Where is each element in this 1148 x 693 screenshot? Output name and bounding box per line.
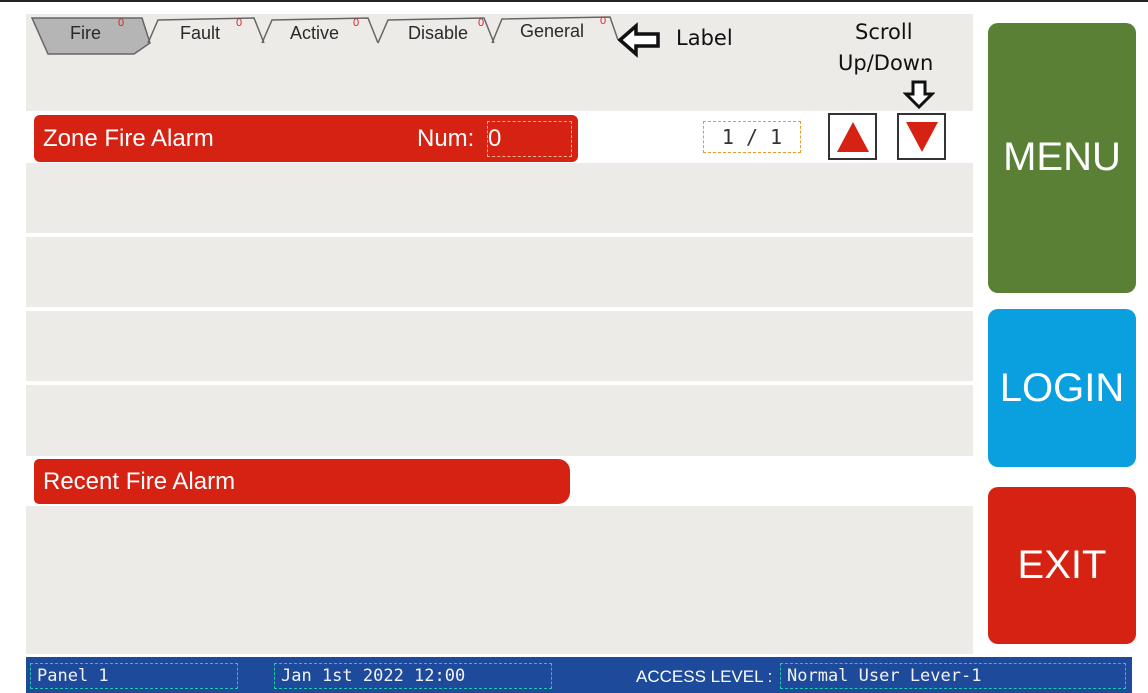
tab-fire-label: Fire — [70, 23, 101, 43]
num-label: Num: — [417, 125, 475, 152]
scroll-up-button[interactable] — [828, 113, 877, 160]
scroll-up-icon — [837, 122, 869, 152]
tab-general[interactable]: General 0 — [490, 15, 620, 55]
zone-fire-alarm-header: Zone Fire Alarm Num: 0 — [34, 115, 578, 162]
row-divider — [26, 381, 973, 385]
row-divider — [26, 233, 973, 237]
tab-general-count: 0 — [600, 15, 607, 27]
tab-fire[interactable]: Fire 0 — [30, 15, 152, 55]
screen-frame: Fire 0 Fault 0 Active 0 Disable 0 Genera… — [0, 0, 1148, 693]
login-button[interactable]: LOGIN — [988, 309, 1136, 467]
tab-active[interactable]: Active 0 — [260, 15, 380, 55]
tab-active-count: 0 — [353, 17, 360, 29]
tab-fire-count: 0 — [118, 17, 125, 29]
menu-button[interactable]: MENU — [988, 23, 1136, 293]
page-indicator: 1 / 1 — [703, 121, 801, 153]
panel-field: Panel 1 — [30, 663, 238, 689]
status-bar: Panel 1 Jan 1st 2022 12:00 ACCESS LEVEL … — [26, 657, 1132, 693]
access-level-label: ACCESS LEVEL : — [636, 667, 773, 686]
scroll-annotation-line2: Up/Down — [838, 51, 934, 75]
tab-fault-count: 0 — [236, 17, 243, 29]
login-button-label: LOGIN — [999, 366, 1125, 410]
arrow-left-icon — [617, 22, 662, 63]
scroll-annotation-line1: Scroll — [855, 20, 913, 44]
recent-fire-alarm-header: Recent Fire Alarm — [34, 459, 570, 504]
tab-fault[interactable]: Fault 0 — [146, 15, 266, 55]
label-annotation: Label — [676, 26, 733, 50]
tab-fault-label: Fault — [180, 23, 221, 43]
exit-button[interactable]: EXIT — [988, 487, 1136, 644]
tab-disable-count: 0 — [478, 17, 485, 29]
num-value-field: 0 — [487, 121, 572, 157]
tab-bar: Fire 0 Fault 0 Active 0 Disable 0 Genera… — [30, 15, 630, 55]
tab-general-label: General — [520, 21, 585, 41]
scroll-down-icon — [906, 122, 938, 152]
datetime-field: Jan 1st 2022 12:00 — [274, 663, 552, 689]
top-border — [0, 0, 1148, 2]
zone-fire-alarm-title: Zone Fire Alarm — [43, 125, 214, 152]
exit-button-label: EXIT — [1017, 543, 1107, 587]
row-divider — [26, 307, 973, 311]
access-level-value: Normal User Lever-1 — [780, 663, 1126, 689]
tab-disable-label: Disable — [408, 23, 469, 43]
main-panel — [26, 14, 973, 654]
menu-button-label: MENU — [1003, 135, 1121, 179]
recent-fire-alarm-title: Recent Fire Alarm — [43, 468, 236, 495]
tab-active-label: Active — [290, 23, 340, 43]
scroll-down-button[interactable] — [897, 113, 946, 160]
tab-disable[interactable]: Disable 0 — [376, 15, 496, 55]
arrow-down-icon — [902, 80, 936, 115]
